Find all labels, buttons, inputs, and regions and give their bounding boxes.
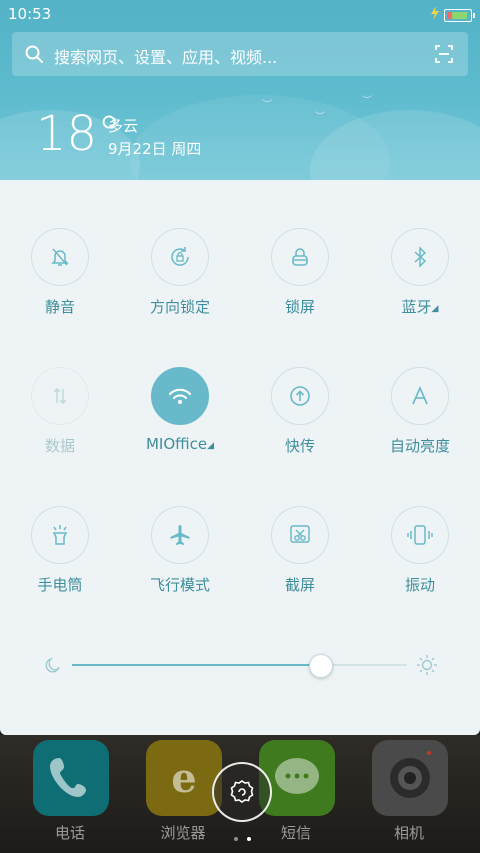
wifi-icon [151, 367, 209, 425]
toggle-label: 蓝牙◢ [401, 298, 439, 316]
status-bar: 10:53 [0, 0, 480, 28]
brightness-slider[interactable] [40, 650, 440, 680]
charging-icon [431, 6, 439, 20]
app-label: 短信 [280, 824, 311, 842]
camera-icon [372, 740, 448, 816]
page-dot [234, 837, 238, 841]
toggle-label: 手电筒 [37, 576, 83, 594]
toggle-label: 飞行模式 [149, 576, 210, 594]
lock-icon [271, 228, 329, 286]
toggle-label: 静音 [44, 298, 75, 316]
brightness-fill [72, 664, 320, 666]
status-time: 10:53 [8, 5, 52, 23]
page-indicator [232, 826, 253, 845]
screenshot-icon [271, 506, 329, 564]
toggle-label: 截屏 [284, 576, 315, 594]
menu-arrow-icon: ◢ [431, 304, 439, 314]
browser-icon: e [146, 740, 222, 816]
toggle-airplane[interactable]: 飞行模式 [120, 506, 240, 616]
toggle-lock-screen[interactable]: 锁屏 [240, 228, 360, 338]
scan-icon[interactable] [434, 44, 454, 64]
toggle-screenshot[interactable]: 截屏 [240, 506, 360, 616]
settings-button[interactable] [212, 762, 272, 822]
toggle-label: 快传 [284, 437, 315, 455]
toggle-rotation-lock[interactable]: 方向锁定 [120, 228, 240, 338]
toggle-vibrate[interactable]: 振动 [360, 506, 480, 616]
bird-decoration: ︶ [362, 96, 372, 107]
brightness-knob[interactable] [308, 654, 333, 678]
data-icon [31, 367, 89, 425]
bluetooth-icon [391, 228, 449, 286]
toggle-wifi[interactable]: MIOffice◢ [120, 367, 240, 477]
app-label: 浏览器 [160, 824, 206, 842]
weather-condition: 多云 [108, 117, 139, 135]
search-bar[interactable]: 搜索网页、设置、应用、视频... [12, 32, 468, 76]
moon-icon [45, 657, 60, 673]
auto-brightness-icon [391, 367, 449, 425]
airplane-icon [151, 506, 209, 564]
battery-icon [444, 9, 475, 22]
vibrate-icon [391, 506, 449, 564]
messages-icon [259, 740, 335, 816]
search-placeholder: 搜索网页、设置、应用、视频... [54, 48, 278, 67]
svg-text:e: e [171, 755, 196, 802]
phone-icon [33, 740, 109, 816]
menu-arrow-icon: ◢ [207, 441, 215, 451]
rotation-lock-icon [151, 228, 209, 286]
flashlight-icon [31, 506, 89, 564]
toggle-flashlight[interactable]: 手电筒 [0, 506, 120, 616]
toggle-label: 振动 [404, 576, 435, 594]
quick-transfer-icon [271, 367, 329, 425]
quick-settings-panel: 静音 方向锁定 锁屏 蓝牙◢ 数据 MIOffice◢ 快传 自动亮度 手电筒 … [0, 180, 480, 735]
search-icon [25, 45, 43, 63]
toggle-data[interactable]: 数据 [0, 367, 120, 477]
app-label: 相机 [393, 824, 424, 842]
toggle-bluetooth[interactable]: 蓝牙◢ [360, 228, 480, 338]
mute-bell-icon [31, 228, 89, 286]
toggle-label: 自动亮度 [389, 437, 450, 455]
bird-decoration: ︶ [262, 100, 272, 111]
bird-decoration: ︶ [315, 112, 325, 123]
toggle-label: 数据 [44, 437, 75, 455]
toggle-quick-transfer[interactable]: 快传 [240, 367, 360, 477]
page-dot-active [247, 837, 252, 841]
toggle-label: MIOffice◢ [145, 435, 215, 453]
weather-date: 9月22日 周四 [108, 140, 202, 158]
toggle-auto-brightness[interactable]: 自动亮度 [360, 367, 480, 477]
toggle-mute[interactable]: 静音 [0, 228, 120, 338]
toggle-label: 方向锁定 [149, 298, 210, 316]
toggle-label: 锁屏 [284, 298, 315, 316]
app-label: 电话 [54, 824, 85, 842]
sun-icon [417, 655, 437, 675]
gear-icon [230, 780, 254, 803]
